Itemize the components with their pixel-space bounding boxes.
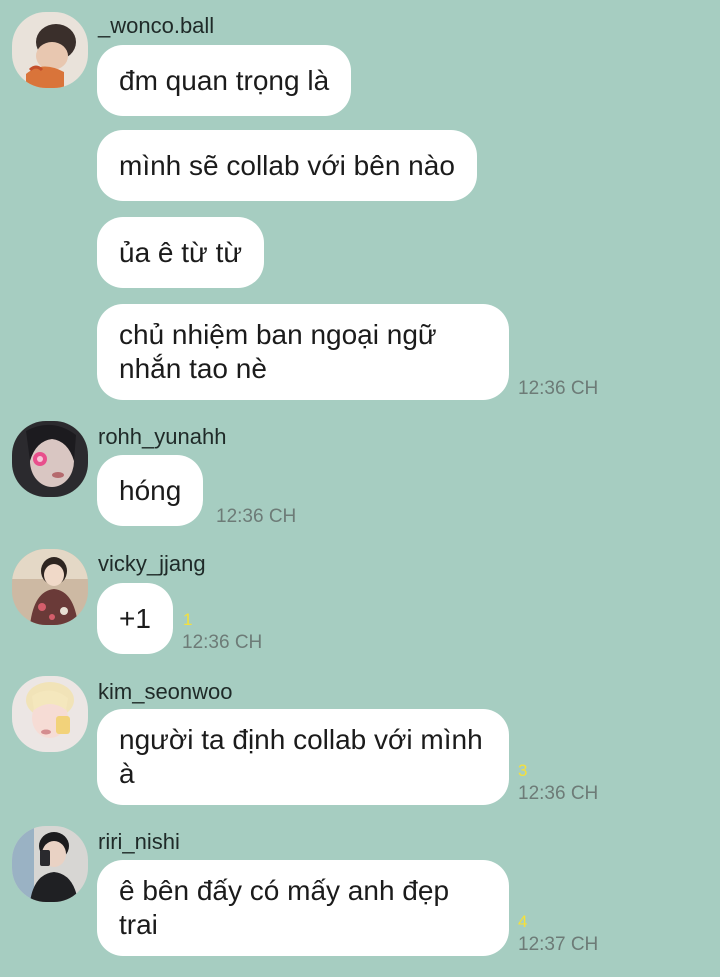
message-text: +1 xyxy=(119,602,151,634)
avatar-image xyxy=(12,421,88,497)
message-text: chủ nhiệm ban ngoại ngữ nhắn tao nè xyxy=(119,319,437,384)
avatar-image xyxy=(12,549,88,625)
message-text: người ta định collab với mình à xyxy=(119,724,483,789)
sender-name: riri_nishi xyxy=(98,829,180,854)
unread-count: 3 xyxy=(518,761,528,780)
avatar-rohh-yunahh[interactable] xyxy=(12,421,88,497)
avatar-image xyxy=(12,12,88,88)
message-timestamp: 12:37 CH xyxy=(518,934,599,955)
sender-name: rohh_yunahh xyxy=(98,424,227,449)
avatar-kim-seonwoo[interactable] xyxy=(12,676,88,752)
message-bubble[interactable]: mình sẽ collab với bên nào xyxy=(97,130,477,201)
avatar-image xyxy=(12,826,88,902)
message-timestamp: 12:36 CH xyxy=(518,783,599,804)
message-bubble[interactable]: +1 xyxy=(97,583,173,654)
message-text: ê bên đấy có mấy anh đẹp trai xyxy=(119,875,450,940)
sender-name: _wonco.ball xyxy=(98,13,215,38)
unread-count: 1 xyxy=(183,610,193,629)
message-timestamp: 12:36 CH xyxy=(518,378,599,399)
avatar-wonco-ball[interactable] xyxy=(12,12,88,88)
sender-name: vicky_jjang xyxy=(98,551,206,576)
message-bubble[interactable]: ủa ê từ từ xyxy=(97,217,265,288)
message-timestamp: 12:36 CH xyxy=(216,506,297,527)
message-bubble[interactable]: ê bên đấy có mấy anh đẹp trai xyxy=(97,860,509,956)
sender-name: kim_seonwoo xyxy=(98,679,233,704)
avatar-image xyxy=(12,676,88,752)
avatar-riri-nishi[interactable] xyxy=(12,826,88,902)
message-text: mình sẽ collab với bên nào xyxy=(119,149,455,181)
message-text: hóng xyxy=(119,474,182,506)
avatar-vicky-jjang[interactable] xyxy=(12,549,88,625)
message-text: đm quan trọng là xyxy=(119,64,330,96)
message-bubble[interactable]: hóng xyxy=(97,455,204,526)
message-bubble[interactable]: đm quan trọng là xyxy=(97,45,352,116)
message-bubble[interactable]: người ta định collab với mình à xyxy=(97,709,509,805)
message-text: ủa ê từ từ xyxy=(119,236,243,268)
unread-count: 4 xyxy=(518,912,528,931)
message-timestamp: 12:36 CH xyxy=(182,632,263,653)
message-bubble[interactable]: chủ nhiệm ban ngoại ngữ nhắn tao nè xyxy=(97,304,509,400)
